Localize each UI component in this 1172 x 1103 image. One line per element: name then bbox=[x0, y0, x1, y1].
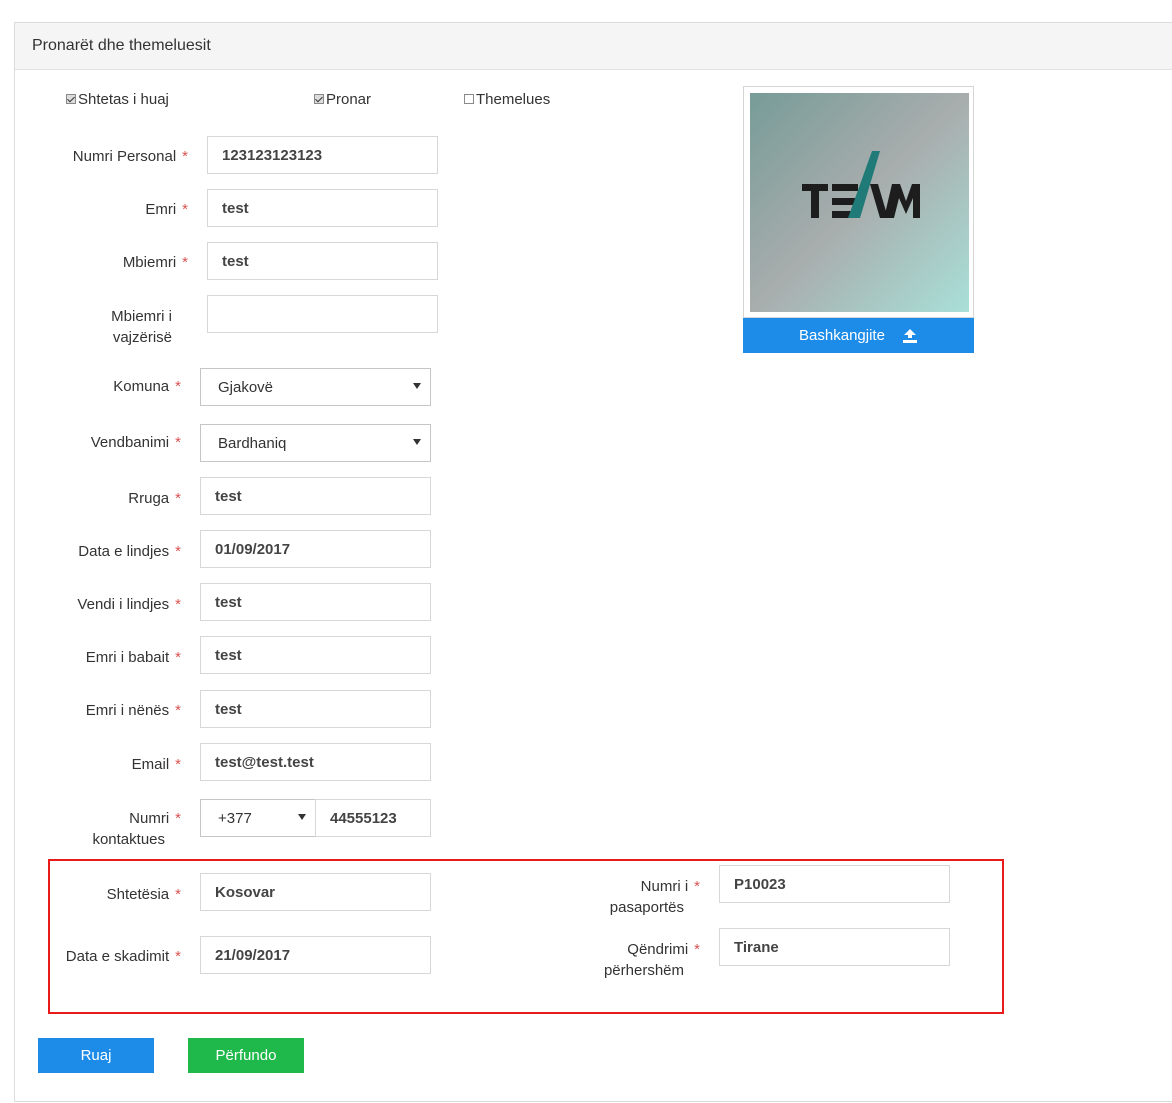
last-name-label: Mbiemri * bbox=[122, 254, 188, 271]
owner-label: Pronar bbox=[326, 90, 372, 108]
founder-label: Themelues bbox=[476, 90, 551, 108]
municipality-label: Komuna * bbox=[113, 378, 181, 395]
settlement-select[interactable]: Bardhaniq bbox=[200, 424, 431, 462]
photo-frame bbox=[743, 86, 974, 318]
email-input[interactable]: test@test.test bbox=[200, 743, 431, 781]
personal-number-input[interactable]: 123123123123 bbox=[207, 136, 438, 174]
checkbox-checked-icon[interactable] bbox=[66, 94, 76, 104]
email-label: Email * bbox=[131, 756, 181, 773]
phone-prefix-select[interactable]: +377 bbox=[200, 799, 316, 837]
foreign-citizen-label: Shtetas i huaj bbox=[78, 90, 169, 108]
founder-checkbox[interactable]: Themelues bbox=[464, 90, 550, 108]
checkbox-checked-icon[interactable] bbox=[314, 94, 324, 104]
mother-name-label: Emri i nënës * bbox=[85, 702, 181, 719]
municipality-selected-value: Gjakovë bbox=[218, 378, 274, 396]
attach-button-label: Bashkangjite bbox=[799, 327, 885, 344]
finish-button[interactable]: Përfundo bbox=[188, 1038, 304, 1073]
phone-prefix-value: +377 bbox=[218, 809, 252, 827]
chevron-down-icon bbox=[298, 814, 306, 820]
owner-checkbox[interactable]: Pronar bbox=[314, 90, 371, 108]
citizenship-label: Shtetësia * bbox=[106, 886, 181, 903]
birth-place-input[interactable]: test bbox=[200, 583, 431, 621]
maiden-name-label: Mbiemri i vajzërisë bbox=[111, 308, 172, 346]
panel-title: Pronarët dhe themeluesit bbox=[32, 37, 211, 54]
foreign-citizen-checkbox[interactable]: Shtetas i huaj bbox=[66, 90, 169, 108]
father-name-input[interactable]: test bbox=[200, 636, 431, 674]
street-input[interactable]: test bbox=[200, 477, 431, 515]
citizenship-input[interactable]: Kosovar bbox=[200, 873, 431, 911]
checkbox-unchecked-icon[interactable] bbox=[464, 94, 474, 104]
team-logo-icon bbox=[802, 151, 920, 218]
street-label: Rruga * bbox=[128, 490, 181, 507]
father-name-label: Emri i babait * bbox=[85, 649, 181, 666]
expiry-date-label: Data e skadimit * bbox=[65, 948, 181, 965]
upload-icon bbox=[902, 328, 917, 343]
first-name-label: Emri * bbox=[145, 201, 188, 218]
permanent-residence-input[interactable]: Tirane bbox=[719, 928, 950, 966]
permanent-residence-label: Qëndrimi * përhershëm bbox=[603, 941, 700, 979]
passport-number-label: Numri i * pasaportës bbox=[609, 878, 700, 916]
maiden-name-input[interactable] bbox=[207, 295, 438, 333]
chevron-down-icon bbox=[413, 439, 421, 445]
personal-number-label: Numri Personal * bbox=[72, 148, 188, 165]
passport-number-input[interactable]: P10023 bbox=[719, 865, 950, 903]
first-name-input[interactable]: test bbox=[207, 189, 438, 227]
phone-number-input[interactable]: 44555123 bbox=[315, 799, 431, 837]
panel-header: Pronarët dhe themeluesit bbox=[15, 23, 1172, 70]
birth-place-label: Vendi i lindjes * bbox=[77, 596, 181, 613]
save-button[interactable]: Ruaj bbox=[38, 1038, 154, 1073]
mother-name-input[interactable]: test bbox=[200, 690, 431, 728]
settlement-selected-value: Bardhaniq bbox=[218, 434, 287, 452]
chevron-down-icon bbox=[413, 383, 421, 389]
settlement-label: Vendbanimi * bbox=[90, 434, 181, 451]
team-logo-image bbox=[750, 93, 969, 312]
birth-date-label: Data e lindjes * bbox=[78, 543, 181, 560]
attach-button[interactable]: Bashkangjite bbox=[743, 318, 974, 353]
contact-number-label: Numri * kontaktues bbox=[92, 810, 181, 848]
expiry-date-input[interactable]: 21/09/2017 bbox=[200, 936, 431, 974]
municipality-select[interactable]: Gjakovë bbox=[200, 368, 431, 406]
last-name-input[interactable]: test bbox=[207, 242, 438, 280]
birth-date-input[interactable]: 01/09/2017 bbox=[200, 530, 431, 568]
